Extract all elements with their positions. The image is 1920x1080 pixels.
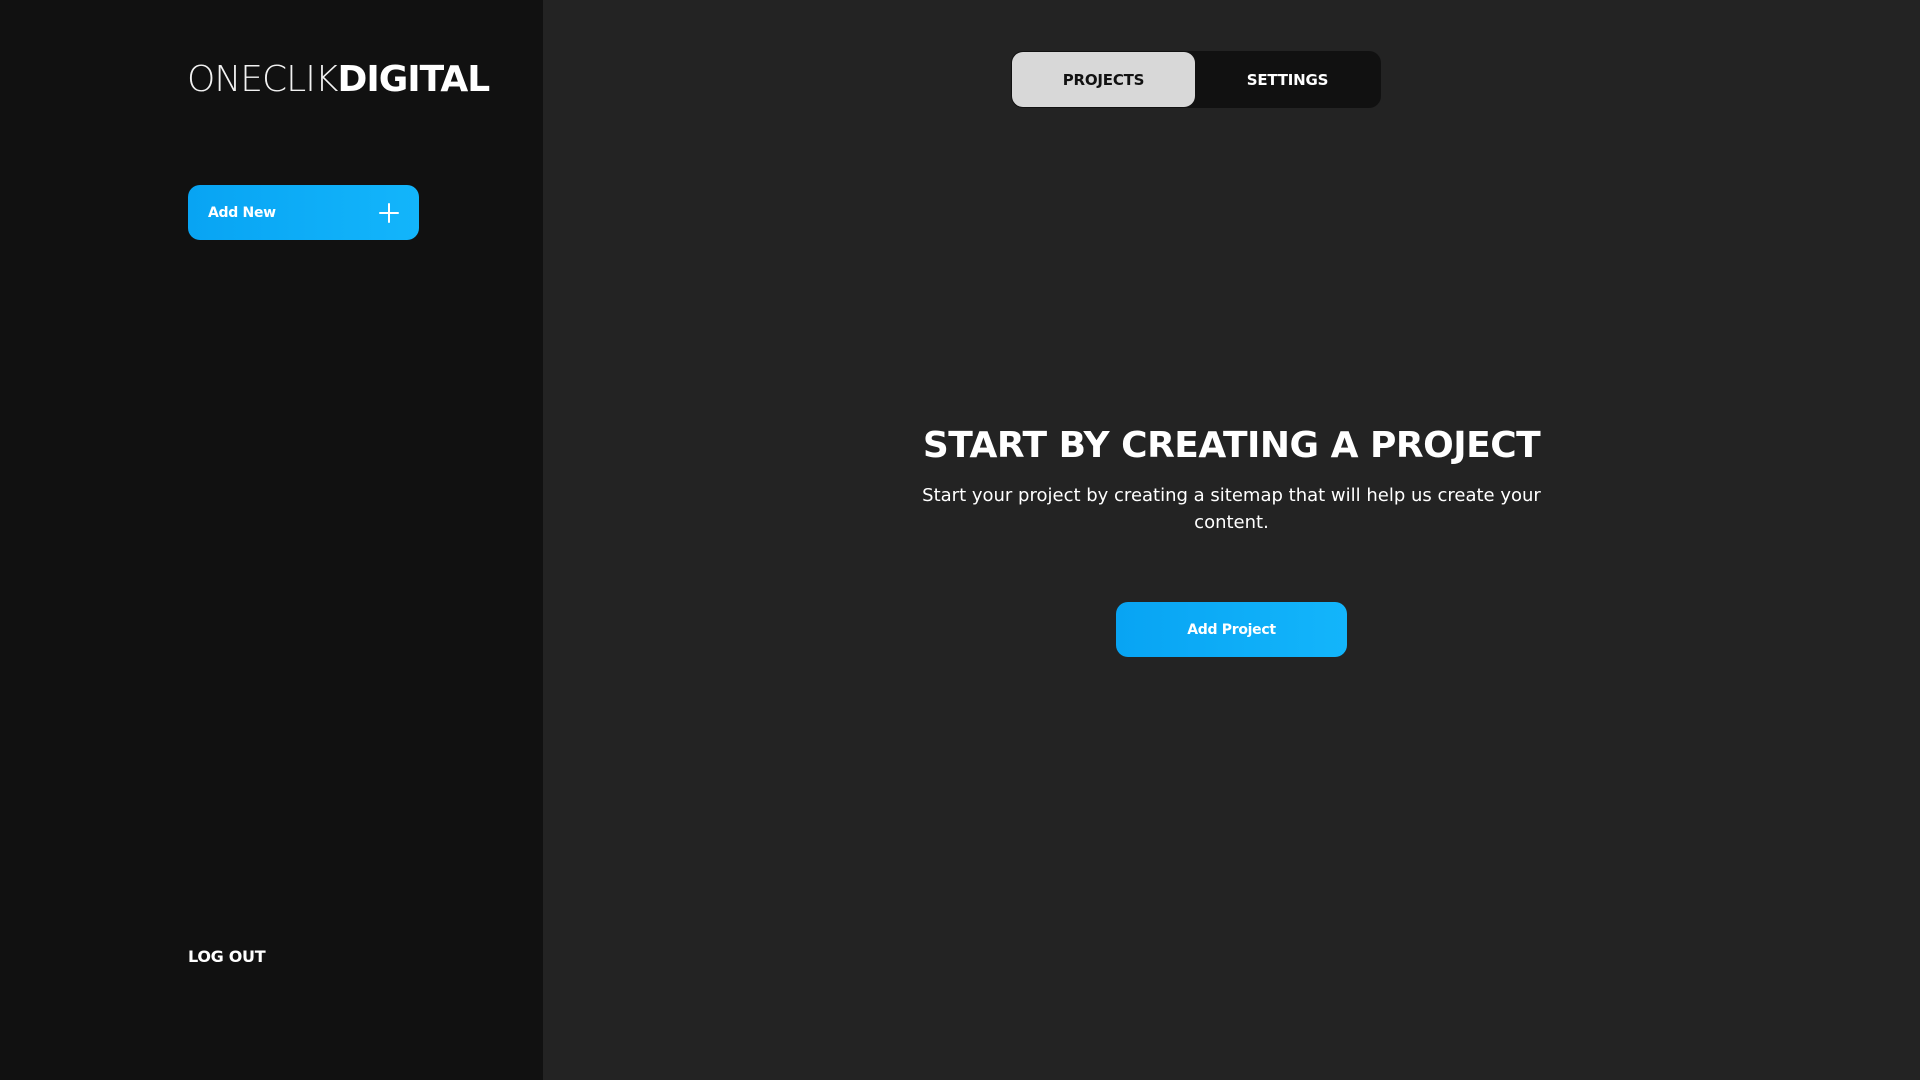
tab-settings[interactable]: SETTINGS	[1195, 52, 1380, 107]
tab-bar: PROJECTS SETTINGS	[1011, 51, 1381, 108]
empty-state-title: START BY CREATING A PROJECT	[922, 425, 1541, 466]
logo-bold-text: DIGITAL	[337, 59, 490, 100]
empty-state-description: Start your project by creating a sitemap…	[922, 485, 1541, 533]
plus-icon	[379, 202, 399, 223]
logo-light-text: ONECLIK	[187, 59, 338, 100]
add-project-button[interactable]: Add Project	[1116, 602, 1347, 657]
add-new-button[interactable]: Add New	[188, 185, 419, 240]
sidebar: ONECLIKDIGITAL Add New LOG OUT	[0, 0, 543, 1080]
add-new-label: Add New	[208, 204, 276, 221]
logout-link[interactable]: LOG OUT	[188, 947, 266, 966]
empty-state: START BY CREATING A PROJECT Start your p…	[543, 420, 1920, 657]
app-window: ONECLIKDIGITAL Add New LOG OUT PROJECTS …	[0, 0, 1920, 1080]
tab-projects[interactable]: PROJECTS	[1012, 52, 1195, 107]
brand-logo: ONECLIKDIGITAL	[187, 58, 490, 102]
